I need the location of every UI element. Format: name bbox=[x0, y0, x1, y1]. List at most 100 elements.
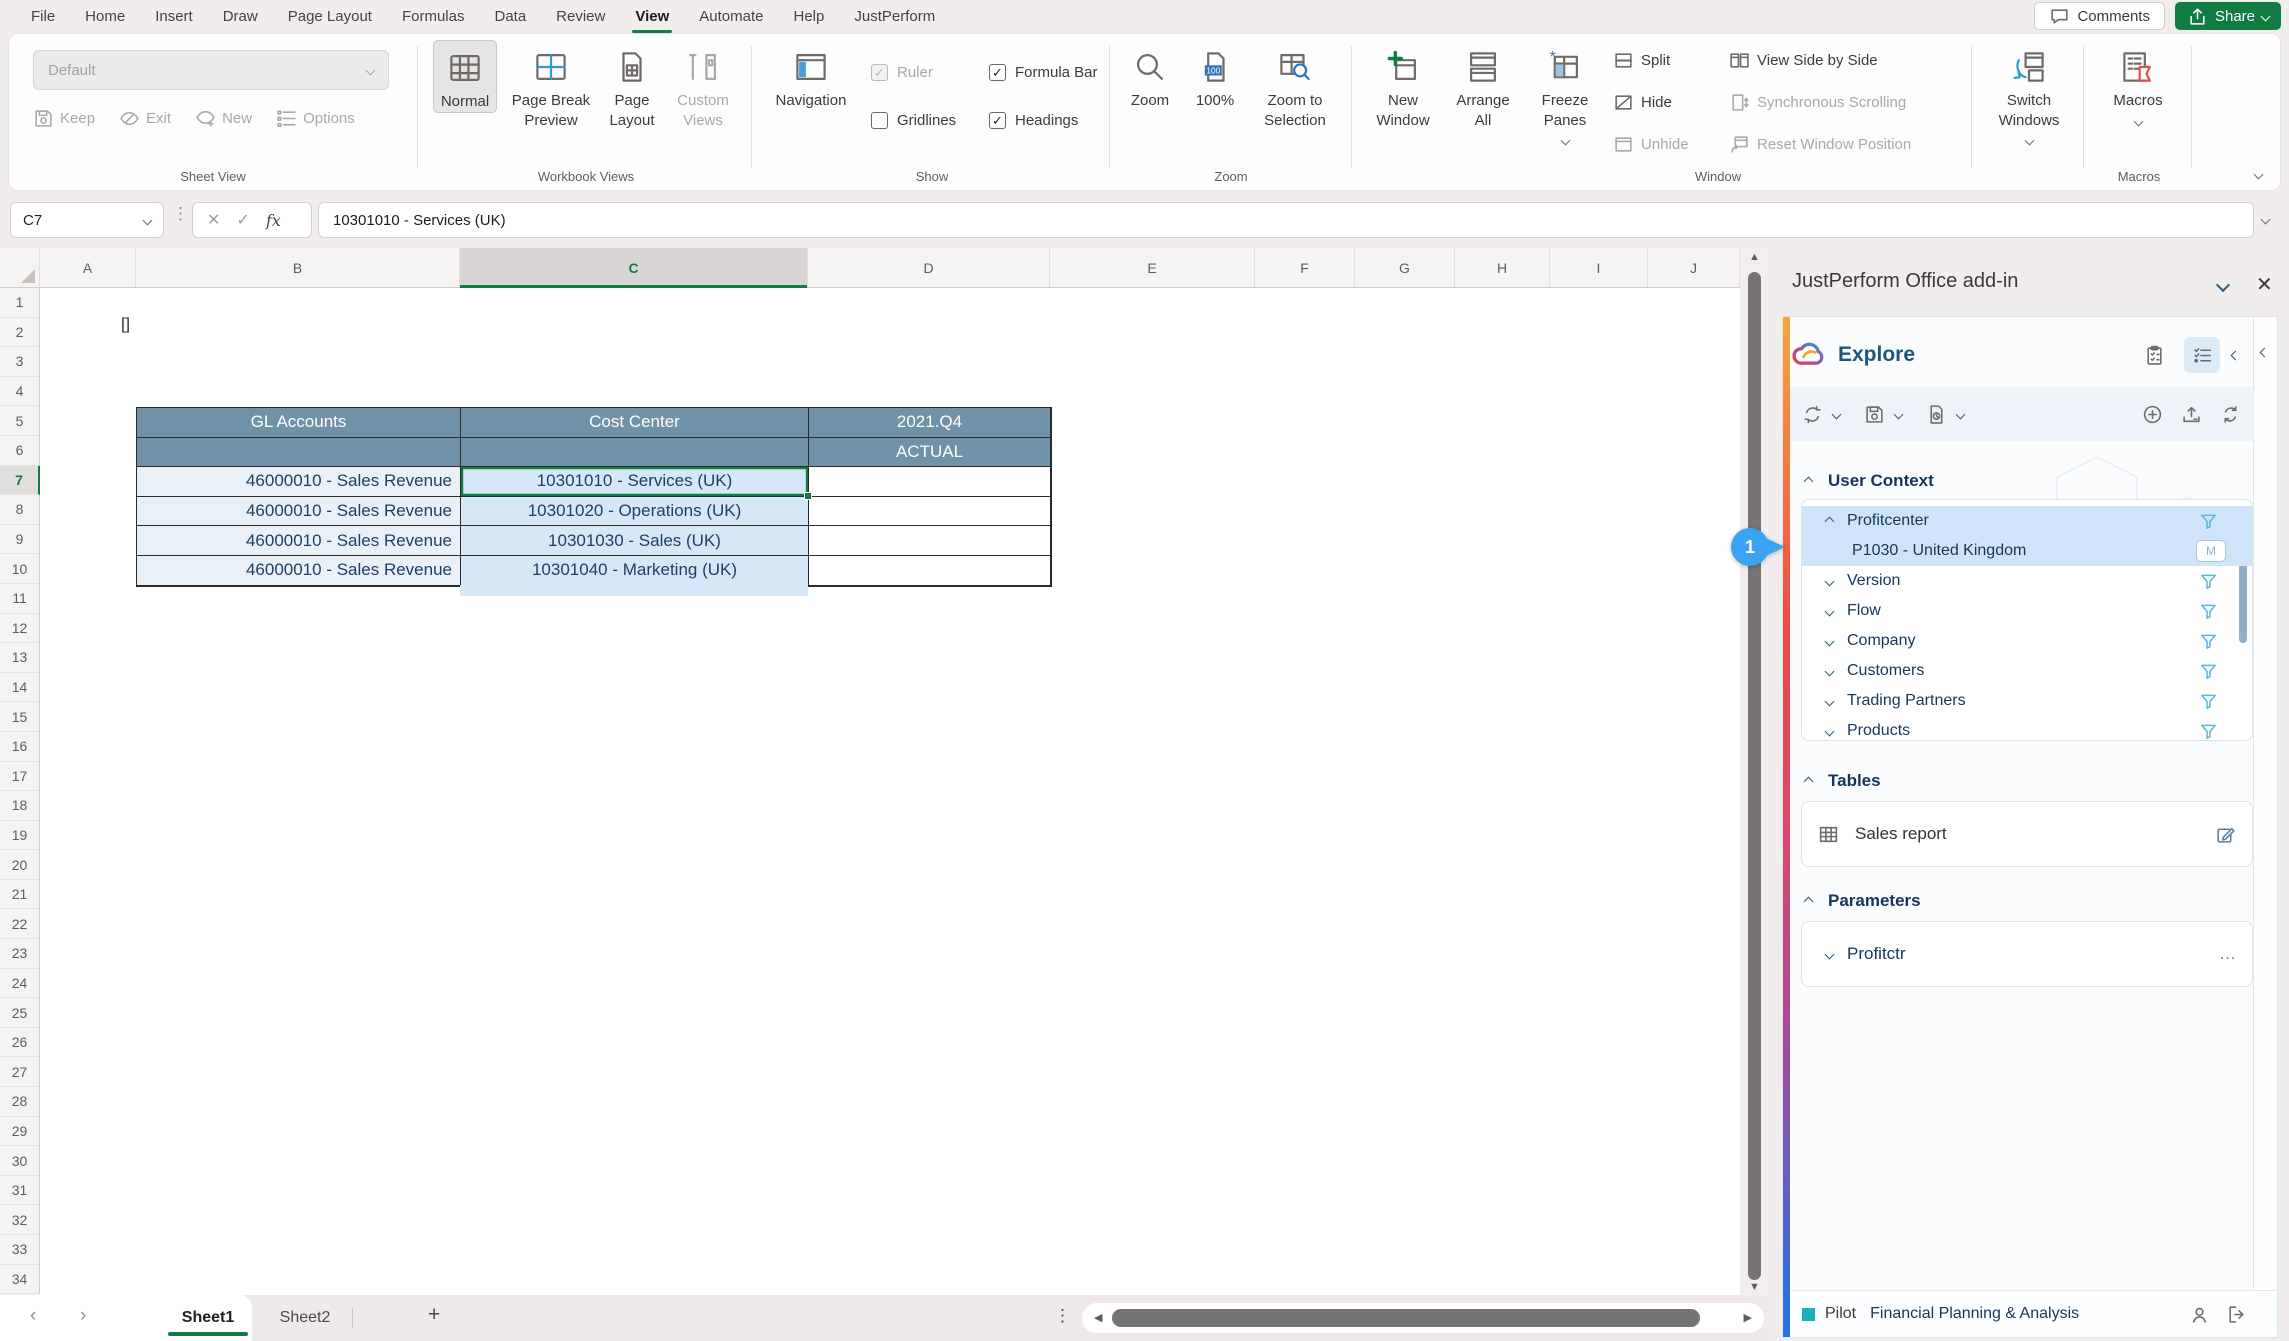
column-header-f[interactable]: F bbox=[1255, 248, 1355, 287]
save-chevron[interactable] bbox=[1894, 409, 1904, 419]
freeze-panes-button[interactable]: * Freeze Panes bbox=[1525, 40, 1605, 144]
table-header-cell[interactable] bbox=[137, 438, 461, 468]
row-header-30[interactable]: 30 bbox=[0, 1146, 40, 1176]
context-item-flow[interactable]: Flow bbox=[1802, 596, 2252, 626]
row-header-4[interactable]: 4 bbox=[0, 377, 40, 407]
row-header-17[interactable]: 17 bbox=[0, 762, 40, 792]
view-side-by-side-button[interactable]: View Side by Side bbox=[1729, 50, 1878, 71]
row-header-1[interactable]: 1 bbox=[0, 288, 40, 318]
menu-item-data[interactable]: Data bbox=[481, 2, 539, 31]
macros-button[interactable]: Macros bbox=[2095, 40, 2181, 125]
tab-sheet1[interactable]: Sheet1 bbox=[164, 1295, 252, 1341]
horizontal-scrollbar[interactable]: ◀ ▶ bbox=[1082, 1303, 1764, 1333]
row-header-24[interactable]: 24 bbox=[0, 969, 40, 999]
table-item-sales-report[interactable]: Sales report bbox=[1801, 801, 2253, 867]
vertical-scrollbar-thumb[interactable] bbox=[1748, 272, 1761, 1280]
sign-out-icon[interactable] bbox=[2226, 1304, 2247, 1325]
table-cell[interactable]: 46000010 - Sales Revenue bbox=[137, 467, 461, 497]
context-item-p1030-united-kingdom[interactable]: P1030 - United KingdomM bbox=[1802, 536, 2252, 566]
filter-funnel-icon[interactable] bbox=[2199, 722, 2218, 741]
share-button[interactable]: Share bbox=[2175, 2, 2281, 30]
table-cell[interactable] bbox=[809, 526, 1051, 556]
formula-input[interactable]: 10301010 - Services (UK) bbox=[318, 202, 2254, 238]
context-item-products[interactable]: Products bbox=[1802, 716, 2252, 741]
table-header-cell[interactable]: ACTUAL bbox=[809, 438, 1051, 468]
add-sheet-button[interactable]: + bbox=[428, 1303, 440, 1327]
selected-cell-c7[interactable]: 10301010 - Services (UK) bbox=[461, 467, 809, 497]
user-account-icon[interactable] bbox=[2189, 1304, 2210, 1325]
options-button[interactable]: Options bbox=[276, 108, 355, 129]
explore-collapse-icon[interactable] bbox=[2231, 350, 2241, 360]
filter-funnel-icon[interactable] bbox=[2199, 662, 2218, 681]
cancel-icon[interactable]: ✕ bbox=[207, 210, 220, 230]
menu-item-file[interactable]: File bbox=[18, 2, 68, 31]
row-header-3[interactable]: 3 bbox=[0, 347, 40, 377]
filter-funnel-icon[interactable] bbox=[2199, 512, 2218, 531]
zoom-to-selection-button[interactable]: Zoom to Selection bbox=[1251, 40, 1339, 130]
filter-funnel-icon[interactable] bbox=[2199, 572, 2218, 591]
row-header-27[interactable]: 27 bbox=[0, 1057, 40, 1087]
row-header-7[interactable]: 7 bbox=[0, 466, 40, 496]
reprocess-icon[interactable] bbox=[2220, 404, 2241, 425]
page-layout-button[interactable]: Page Layout bbox=[601, 40, 663, 130]
comments-button[interactable]: Comments bbox=[2034, 2, 2165, 30]
keep-button[interactable]: Keep bbox=[33, 108, 95, 129]
tab-sheet2[interactable]: Sheet2 bbox=[262, 1295, 348, 1341]
exit-button[interactable]: Exit bbox=[119, 108, 171, 129]
parameter-item-profitctr[interactable]: Profitctr … bbox=[1801, 921, 2253, 987]
menu-item-view[interactable]: View bbox=[622, 2, 682, 31]
menu-item-justperform[interactable]: JustPerform bbox=[841, 2, 948, 31]
context-item-trading-partners[interactable]: Trading Partners bbox=[1802, 686, 2252, 716]
table-cell[interactable]: 10301040 - Marketing (UK) bbox=[461, 556, 809, 586]
unhide-button[interactable]: Unhide bbox=[1613, 134, 1689, 155]
row-header-18[interactable]: 18 bbox=[0, 791, 40, 821]
menu-item-formulas[interactable]: Formulas bbox=[389, 2, 478, 31]
save-data-icon[interactable] bbox=[1864, 404, 1885, 425]
horizontal-scrollbar-thumb[interactable] bbox=[1112, 1309, 1700, 1327]
column-header-e[interactable]: E bbox=[1050, 248, 1255, 287]
column-header-g[interactable]: G bbox=[1355, 248, 1455, 287]
sheetbar-grip[interactable]: ⋮ bbox=[1054, 1306, 1072, 1326]
table-cell[interactable] bbox=[809, 467, 1051, 497]
hide-button[interactable]: Hide bbox=[1613, 92, 1672, 113]
explore-list-button[interactable] bbox=[2184, 337, 2220, 373]
table-cell[interactable] bbox=[809, 497, 1051, 527]
menu-item-home[interactable]: Home bbox=[72, 2, 138, 31]
row-header-20[interactable]: 20 bbox=[0, 850, 40, 880]
row-header-6[interactable]: 6 bbox=[0, 436, 40, 466]
table-header-cell[interactable]: Cost Center bbox=[461, 408, 809, 438]
export-chevron[interactable] bbox=[1956, 409, 1966, 419]
name-box[interactable]: C7 bbox=[10, 202, 164, 238]
new-sheet-view-button[interactable]: New bbox=[195, 108, 252, 129]
menu-item-insert[interactable]: Insert bbox=[142, 2, 206, 31]
table-cell[interactable]: 10301030 - Sales (UK) bbox=[461, 526, 809, 556]
addin-close-icon[interactable]: ✕ bbox=[2256, 272, 2273, 297]
edit-icon[interactable] bbox=[2215, 824, 2236, 845]
navigation-button[interactable]: Navigation bbox=[763, 40, 859, 111]
row-header-5[interactable]: 5 bbox=[0, 406, 40, 436]
row-header-19[interactable]: 19 bbox=[0, 821, 40, 851]
next-sheet-arrow[interactable]: › bbox=[80, 1305, 86, 1327]
refresh-data-icon[interactable] bbox=[1802, 404, 1823, 425]
column-header-b[interactable]: B bbox=[136, 248, 460, 287]
scroll-right-arrow[interactable]: ▶ bbox=[1744, 1311, 1752, 1324]
row-header-32[interactable]: 32 bbox=[0, 1205, 40, 1235]
reset-window-position-button[interactable]: Reset Window Position bbox=[1729, 134, 1911, 155]
row-header-34[interactable]: 34 bbox=[0, 1265, 40, 1295]
row-header-26[interactable]: 26 bbox=[0, 1028, 40, 1058]
gridlines-checkbox[interactable]: Gridlines bbox=[871, 112, 956, 129]
page-break-preview-button[interactable]: Page Break Preview bbox=[505, 40, 597, 130]
refresh-chevron[interactable] bbox=[1832, 409, 1842, 419]
panel-collapse-rail[interactable] bbox=[2253, 317, 2277, 1337]
add-icon[interactable] bbox=[2142, 404, 2163, 425]
row-header-16[interactable]: 16 bbox=[0, 732, 40, 762]
row-header-25[interactable]: 25 bbox=[0, 998, 40, 1028]
row-header-22[interactable]: 22 bbox=[0, 909, 40, 939]
menu-item-review[interactable]: Review bbox=[543, 2, 618, 31]
context-item-company[interactable]: Company bbox=[1802, 626, 2252, 656]
row-header-23[interactable]: 23 bbox=[0, 939, 40, 969]
new-window-button[interactable]: New Window bbox=[1365, 40, 1441, 130]
table-cell[interactable] bbox=[809, 556, 1051, 586]
row-header-12[interactable]: 12 bbox=[0, 614, 40, 644]
row-header-10[interactable]: 10 bbox=[0, 554, 40, 584]
